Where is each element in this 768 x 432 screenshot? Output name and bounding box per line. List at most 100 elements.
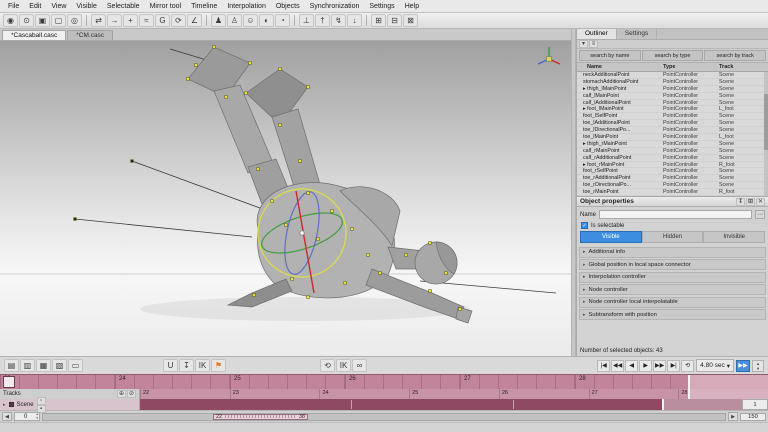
character-mode-icon[interactable]: ♙ [227,14,242,27]
pin-track-icon[interactable]: ↧ [179,359,194,372]
stepper-down-icon[interactable]: ▾ [757,366,759,371]
trajectory-tool-icon[interactable]: ≈ [139,14,154,27]
pose-mode-icon[interactable]: ♟ [211,14,226,27]
outliner-row[interactable]: toe_lAdditionalPoint PointController Scene [577,120,768,128]
duplicate-track-icon[interactable]: ▦ [36,359,51,372]
panel-layout-a-icon[interactable]: ⊞ [371,14,386,27]
view-options-icon[interactable]: ≡ [589,40,598,48]
menu-help[interactable]: Help [400,2,424,11]
scene-track-label[interactable]: ▸ Scene ▫ ▪ [0,396,140,413]
outliner-row[interactable]: calf_lAdditionalPoint PointController Scen… [577,100,768,107]
outliner-row[interactable]: toe_rAdditionalPoint PointController Scene [577,175,768,183]
panel-layout-c-icon[interactable]: ⊠ [403,14,418,27]
section-subtransform-with-position[interactable]: ▸ Subtransform with position [579,309,766,320]
ik-interval-icon[interactable]: IK [336,359,351,372]
select-sphere-mode-icon[interactable]: ⊙ [19,14,34,27]
move-tool-icon[interactable]: + [123,14,138,27]
overview-frame-26[interactable]: 26 [498,389,589,399]
outliner-row[interactable]: ▸ thigh_rMainPoint PointController Scene [577,141,768,148]
timeline-scrollbar[interactable]: 22 38 [42,412,726,421]
arrow-select-icon[interactable]: → [107,14,122,27]
menu-settings[interactable]: Settings [364,2,399,11]
section-node-controller-local-interpolatable[interactable]: ▸ Node controller local interpolatable [579,296,766,308]
frame-stepper[interactable]: ▴ ▾ [752,359,764,372]
select-box-mode-icon[interactable]: ▣ [35,14,50,27]
menu-interpolation[interactable]: Interpolation [222,2,271,11]
section-additional-info[interactable]: ▸ Additional info [579,246,766,258]
outliner-row[interactable]: ▸ thigh_lMainPoint PointController Scene [577,86,768,93]
outliner-row[interactable]: calf_rAdditionalPoint PointController Scen… [577,155,768,162]
next-keyframe-icon[interactable]: ▶| [667,359,681,372]
scene-track-bar[interactable] [140,399,742,410]
outliner-scrollbar[interactable] [764,72,768,196]
add-key-icon[interactable]: ⊕ [117,390,126,398]
previous-keyframe-icon[interactable]: ◀◀ [611,359,625,372]
ghost-skin-icon[interactable]: ☺ [243,14,258,27]
ruler-frame-27[interactable]: 27 [460,375,575,389]
overview-frame-24[interactable]: 24 [319,389,409,399]
chevron-right-icon[interactable]: ▸ [3,402,6,408]
more-button[interactable]: ⋯ [755,210,765,219]
flag-marker-icon[interactable]: ⚑ [211,359,226,372]
outliner-row[interactable]: neckAdditionalPoint PointController Scene [577,72,768,79]
spinner-arrows[interactable]: ▴ ▾ [36,412,39,420]
menu-mirror-tool[interactable]: Mirror tool [145,2,187,11]
magnet-snap-icon[interactable]: U [163,359,178,372]
scrollbar-thumb[interactable] [764,94,768,151]
outliner-row[interactable]: toe_lDirectionalPo... PointController Scen… [577,127,768,135]
document-tab-cm-casc[interactable]: *CM.casc [67,30,114,40]
keyframe-marker[interactable] [350,400,352,409]
column-track[interactable]: Track [719,64,768,70]
column-type[interactable]: Type [663,64,719,70]
outliner-row[interactable]: calf_lMainPoint PointController Scene [577,93,768,100]
ruler-frame-26[interactable]: 26 [345,375,460,389]
menu-visible[interactable]: Visible [71,2,102,11]
filter-menu-icon[interactable]: ▾ [579,40,588,48]
ruler-frame-28[interactable]: 28 [575,375,690,389]
viewport-3d[interactable] [0,41,571,356]
jump-to-start-icon[interactable]: |◀ [597,359,611,372]
section-node-controller[interactable]: ▸ Node controller [579,284,766,295]
outliner-row[interactable]: calf_rMainPoint PointController Scene [577,148,768,155]
timeline-scroll-handle[interactable]: 22 38 [213,413,308,420]
menu-objects[interactable]: Objects [271,2,305,11]
outliner-row[interactable]: foot_rSelfPoint PointController Scene [577,168,768,176]
loop-interval-icon[interactable]: ⟲ [320,359,335,372]
outliner-row[interactable]: toe_rDirectionalPo... PointController Scen… [577,182,768,190]
mirror-pose-icon[interactable]: ◐ [259,14,274,27]
loop-playback-icon[interactable]: ⟲ [681,359,695,372]
timeline-ruler-row[interactable]: 232425262728 [0,374,768,389]
visibility-visible[interactable]: Visible [580,231,642,243]
menu-synchronization[interactable]: Synchronization [305,2,365,11]
lock-tracks-icon[interactable]: ⊘ [127,390,136,398]
physics-sim-icon[interactable]: ↯ [331,14,346,27]
search-by-type-button[interactable]: search by type [641,50,704,61]
angle-snap-icon[interactable]: ∠ [187,14,202,27]
select-rect-mode-icon[interactable]: ▢ [51,14,66,27]
delete-track-icon[interactable]: ▧ [52,359,67,372]
outliner-row[interactable]: ▸ foot_lMainPoint PointController L_foot [577,106,768,114]
ground-contact-icon[interactable]: ⊥ [299,14,314,27]
close-panel-icon[interactable]: ✕ [756,197,765,206]
overview-frame-27[interactable]: 27 [588,389,679,399]
zoom-start-field[interactable]: 1 [742,399,768,410]
interval-edit-icon[interactable]: ⇄ [91,14,106,27]
pin-panel-icon[interactable]: ↧ [736,197,745,206]
keyframe-marker[interactable] [513,400,515,409]
scroll-left-button[interactable]: ◀ [2,412,12,421]
visibility-hidden[interactable]: Hidden [641,231,704,243]
tpose-reset-icon[interactable]: † [315,14,330,27]
panel-tab-outliner[interactable]: Outliner [577,29,617,39]
select-point-mode-icon[interactable]: ◉ [3,14,18,27]
overview-frame-25[interactable]: 25 [409,389,499,399]
time-display[interactable]: 4.80 sec ▾ [696,359,734,372]
step-back-icon[interactable]: ◀ [625,359,639,372]
outliner-row[interactable]: ▸ foot_rMainPoint PointController R_foot [577,162,768,169]
ruler-frame-24[interactable]: 24 [115,375,230,389]
float-panel-icon[interactable]: ⊞ [746,197,755,206]
track-solo-icon[interactable]: ▫ [36,396,46,405]
panel-layout-b-icon[interactable]: ⊟ [387,14,402,27]
menu-view[interactable]: View [46,2,71,11]
camera-view-icon[interactable]: ◎ [67,14,82,27]
frame-offset-spinner[interactable]: 0 ▴ ▾ [14,412,40,421]
